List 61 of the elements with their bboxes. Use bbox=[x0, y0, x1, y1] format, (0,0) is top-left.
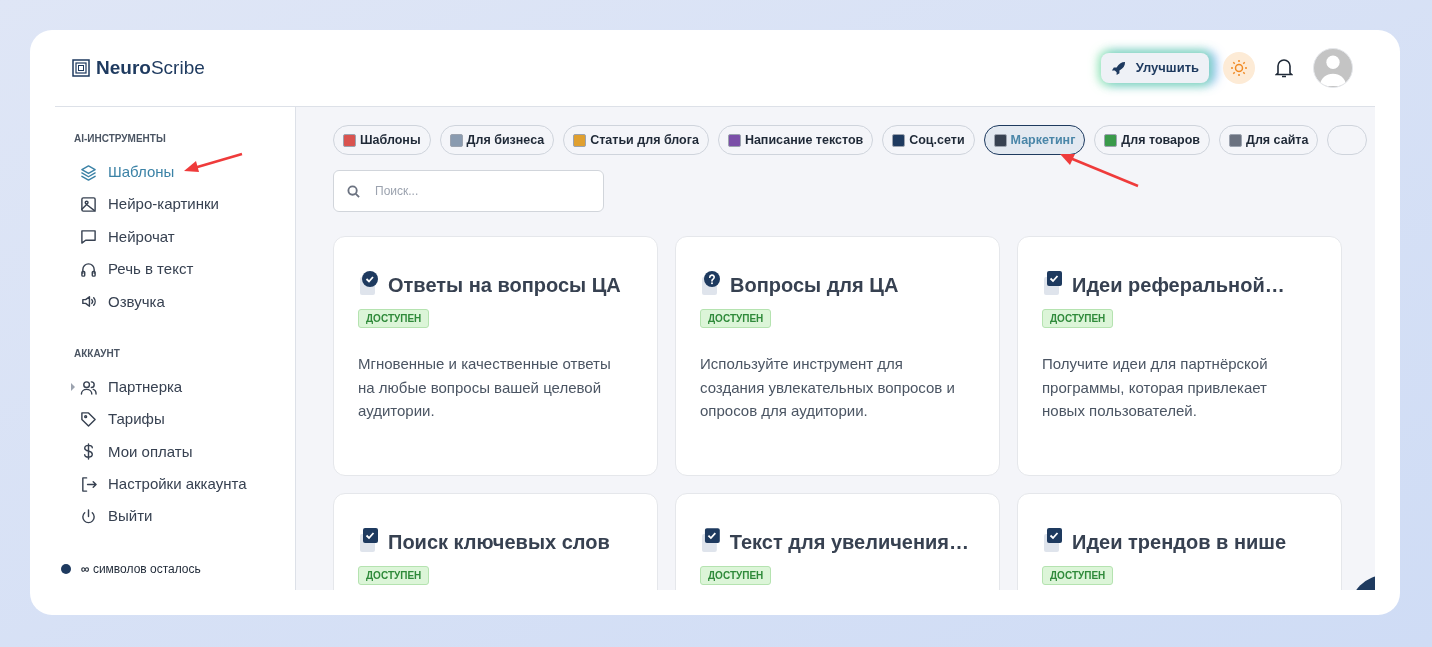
card-title: Вопросы для ЦА bbox=[730, 273, 899, 297]
status-badge: ДОСТУПЕН bbox=[358, 309, 430, 328]
theme-toggle-button[interactable] bbox=[1223, 52, 1255, 84]
sidebar-item[interactable]: Нейро-картинки bbox=[80, 193, 219, 216]
card-description: Используйте инструмент для создания увлекательных вопросов и опросов для аудитории. bbox=[700, 354, 956, 421]
card-description: Получите идеи для партнёрской программы, которая привлекает новых пользователей. bbox=[1042, 354, 1269, 421]
category-tab[interactable]: Для товаров bbox=[1094, 125, 1210, 155]
image-icon bbox=[80, 196, 97, 214]
sidebar-item[interactable]: Выйти bbox=[80, 505, 153, 528]
template-card[interactable]: Идеи реферальной… ДОСТУПЕН Получите идеи для партнёрской программы, которая привлекает новых пользователей. bbox=[1017, 236, 1342, 476]
headphones-icon bbox=[80, 260, 97, 278]
annotation-arrow bbox=[182, 152, 244, 174]
chat-bubble-icon bbox=[80, 228, 97, 246]
status-badge: ДОСТУПЕН bbox=[700, 309, 772, 328]
sidebar-item[interactable]: Шаблоны bbox=[80, 160, 175, 184]
search-icon bbox=[347, 185, 360, 198]
search-field[interactable]: Поиск... bbox=[333, 170, 604, 212]
status-badge: ДОСТУПЕН bbox=[700, 566, 772, 585]
status-badge: ДОСТУПЕН bbox=[1042, 309, 1114, 328]
upgrade-button[interactable]: Улучшить bbox=[1100, 53, 1209, 83]
sidebar-item[interactable]: Настройки аккаунта bbox=[80, 473, 247, 496]
tag-icon bbox=[80, 411, 97, 429]
sidebar-item[interactable]: Партнерка bbox=[80, 375, 183, 399]
layers-icon bbox=[80, 163, 97, 181]
logo-icon bbox=[72, 59, 90, 77]
card-title: Поиск ключевых слов bbox=[388, 530, 610, 554]
card-description: Мгновенные и качественные ответы на любые вопросы вашей целевой аудитории. bbox=[358, 354, 612, 421]
bell-icon[interactable] bbox=[1275, 58, 1293, 78]
category-tab[interactable]: Для бизнеса bbox=[439, 125, 555, 155]
category-tab[interactable]: Соц.сети bbox=[882, 125, 975, 155]
exit-arrow-icon bbox=[80, 475, 97, 493]
power-icon bbox=[80, 508, 97, 526]
sidebar-item[interactable]: Речь в текст bbox=[80, 258, 194, 281]
sidebar-item[interactable]: Мои оплаты bbox=[80, 440, 193, 464]
card-title: Текст для увеличения… bbox=[729, 530, 969, 554]
template-card[interactable]: Поиск ключевых слов ДОСТУПЕН bbox=[333, 493, 658, 590]
section-heading: AI-ИНСТРУМЕНТЫ bbox=[73, 132, 167, 146]
section-heading: АККАУНТ bbox=[73, 346, 121, 361]
expand-caret-icon[interactable] bbox=[71, 382, 75, 391]
category-tab[interactable]: Статьи для блога bbox=[563, 125, 709, 155]
template-card[interactable]: Вопросы для ЦА ДОСТУПЕН Используйте инструмент для создания увлекательных вопросов и опросов для аудитории. bbox=[675, 236, 1000, 476]
template-card[interactable]: Текст для увеличения… ДОСТУПЕН bbox=[675, 493, 1000, 590]
card-title: Идеи трендов в нише bbox=[1072, 530, 1287, 554]
category-tab[interactable]: Для сайта bbox=[1219, 125, 1319, 155]
card-title: Ответы на вопросы ЦА bbox=[388, 273, 621, 297]
avatar[interactable] bbox=[1313, 48, 1353, 88]
card-title: Идеи реферальной… bbox=[1072, 273, 1285, 297]
sun-icon bbox=[1230, 59, 1248, 77]
status-badge: ДОСТУПЕН bbox=[358, 566, 430, 585]
template-card[interactable]: Идеи трендов в нише ДОСТУПЕН bbox=[1017, 493, 1342, 590]
sidebar-item[interactable]: Озвучка bbox=[80, 290, 165, 313]
category-tab[interactable]: Написание текстов bbox=[717, 125, 874, 155]
template-card[interactable]: Ответы на вопросы ЦА ДОСТУПЕН Мгновенные и качественные ответы на любые вопросы вашей целевой аудитории. bbox=[333, 236, 658, 476]
credits-remaining: ∞ символов осталось bbox=[81, 561, 201, 578]
rocket-icon bbox=[1110, 60, 1126, 76]
category-tab[interactable]: Шаблоны bbox=[333, 125, 431, 155]
users-icon bbox=[80, 378, 97, 396]
sidebar-item[interactable]: Нейрочат bbox=[80, 225, 175, 249]
sidebar-item[interactable]: Тарифы bbox=[80, 408, 165, 431]
logo-text: NeuroScribe bbox=[96, 55, 205, 80]
status-badge: ДОСТУПЕН bbox=[1042, 566, 1114, 585]
